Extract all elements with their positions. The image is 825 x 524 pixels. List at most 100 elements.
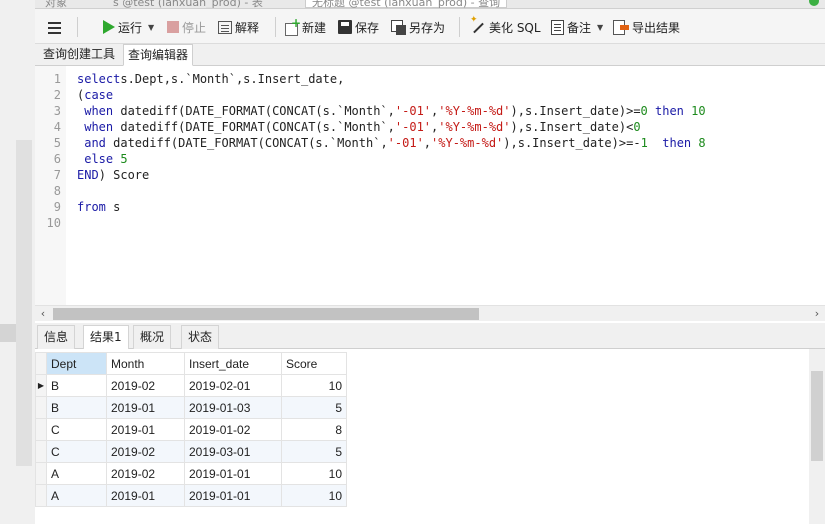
tab-query-builder[interactable]: 查询创建工具 (39, 44, 119, 66)
scroll-right-icon[interactable]: › (809, 306, 825, 322)
tab-info[interactable]: 信息 (37, 325, 76, 349)
column-header-score[interactable]: Score (281, 352, 347, 375)
chevron-down-icon[interactable]: ▼ (148, 23, 154, 32)
code-token: when (77, 120, 114, 134)
save-button[interactable]: 保存 (338, 17, 379, 37)
cell-insert-date[interactable]: 2019-01-01 (184, 462, 282, 485)
cell-dept[interactable]: C (46, 418, 107, 441)
cell-month[interactable]: 2019-02 (106, 462, 185, 485)
run-button[interactable]: 运行 ▼ (103, 17, 154, 37)
new-button[interactable]: 新建 (285, 16, 326, 37)
cell-score[interactable]: 8 (281, 418, 347, 441)
cell-dept[interactable]: C (46, 440, 107, 463)
save-as-button[interactable]: 另存为 (391, 17, 445, 37)
menu-button[interactable] (47, 17, 62, 37)
code-token: s (105, 200, 121, 214)
window-tab-table[interactable]: s @test (lanxuan_prod) - 表 (113, 0, 263, 8)
code-line[interactable]: when datediff(DATE_FORMAT(CONCAT(s.`Mont… (77, 119, 640, 135)
cell-score[interactable]: 10 (281, 484, 347, 507)
export-result-button[interactable]: 导出结果 (613, 17, 680, 37)
toolbar: 运行 ▼ 停止 解释 新建 保存 另存为 美化 SQL (35, 9, 825, 44)
result-table: Dept Month Insert_date Score ▶ B 2019-02 20… (35, 352, 347, 507)
tab-query-editor[interactable]: 查询编辑器 (123, 44, 194, 66)
cell-score[interactable]: 10 (281, 374, 347, 397)
tab-status[interactable]: 状态 (181, 325, 220, 349)
cell-insert-date[interactable]: 2019-01-03 (184, 396, 282, 419)
code-token: ),s.Insert_date)< (510, 120, 634, 134)
line-number: 3 (53, 104, 61, 118)
window-tab-objects[interactable]: 对象 (45, 0, 67, 8)
column-header-dept[interactable]: Dept (46, 352, 107, 375)
beautify-sql-button[interactable]: 美化 SQL (470, 15, 541, 37)
code-line[interactable]: and datediff(DATE_FORMAT(CONCAT(s.`Month… (77, 135, 706, 151)
cell-month[interactable]: 2019-01 (106, 418, 185, 441)
table-row[interactable]: C 2019-01 2019-01-02 8 (35, 418, 347, 441)
table-row[interactable]: C 2019-02 2019-03-01 5 (35, 440, 347, 463)
code-line[interactable]: else 5 (77, 151, 127, 167)
line-number: 8 (53, 184, 61, 198)
editor-horizontal-scrollbar[interactable]: ‹ › (35, 305, 825, 321)
scroll-left-icon[interactable]: ‹ (35, 306, 51, 322)
cell-insert-date[interactable]: 2019-01-01 (184, 484, 282, 507)
row-indicator[interactable] (35, 462, 47, 485)
scrollbar-thumb[interactable] (811, 371, 823, 461)
cell-dept[interactable]: B (46, 396, 107, 419)
result-header-row: Dept Month Insert_date Score (35, 352, 347, 375)
code-line[interactable]: when datediff(DATE_FORMAT(CONCAT(s.`Mont… (77, 103, 706, 119)
code-line[interactable]: (case (77, 87, 113, 103)
code-token: case (84, 88, 114, 102)
cell-insert-date[interactable]: 2019-02-01 (184, 374, 282, 397)
row-indicator[interactable] (35, 440, 47, 463)
stop-button[interactable]: 停止 (167, 17, 206, 37)
left-panel-scroll[interactable] (16, 140, 32, 466)
column-header-insert-date[interactable]: Insert_date (184, 352, 282, 375)
note-button[interactable]: 备注 ▼ (551, 17, 603, 37)
cell-month[interactable]: 2019-02 (106, 440, 185, 463)
cell-score[interactable]: 10 (281, 462, 347, 485)
cell-month[interactable]: 2019-01 (106, 484, 185, 507)
table-row[interactable]: B 2019-01 2019-01-03 5 (35, 396, 347, 419)
cell-month[interactable]: 2019-01 (106, 396, 185, 419)
export-icon (613, 19, 629, 35)
export-label: 导出结果 (632, 20, 681, 35)
explain-label: 解释 (235, 20, 260, 35)
table-row[interactable]: A 2019-02 2019-01-01 10 (35, 462, 347, 485)
cell-score[interactable]: 5 (281, 440, 347, 463)
cell-score[interactable]: 5 (281, 396, 347, 419)
code-token: 10 (683, 104, 706, 118)
code-token: when (77, 104, 114, 118)
line-number: 10 (46, 216, 61, 230)
cell-insert-date[interactable]: 2019-01-02 (184, 418, 282, 441)
line-number: 5 (53, 136, 61, 150)
code-line[interactable]: from s (77, 199, 120, 215)
table-row[interactable]: ▶ B 2019-02 2019-02-01 10 (35, 374, 347, 397)
cell-dept[interactable]: B (46, 374, 107, 397)
column-header-month[interactable]: Month (106, 352, 185, 375)
chevron-down-icon[interactable]: ▼ (597, 23, 603, 32)
code-token: 1 (640, 136, 648, 150)
tab-profile[interactable]: 概况 (133, 325, 172, 349)
explain-button[interactable]: 解释 (218, 17, 259, 37)
scrollbar-thumb[interactable] (53, 308, 479, 320)
row-indicator[interactable] (35, 396, 47, 419)
result-vertical-scrollbar[interactable] (809, 349, 825, 524)
code-token: 8 (691, 136, 706, 150)
sql-editor[interactable]: 1 selects.Dept,s.`Month`,s.Insert_date, 2 (… (35, 66, 825, 305)
cell-month[interactable]: 2019-02 (106, 374, 185, 397)
cell-insert-date[interactable]: 2019-03-01 (184, 440, 282, 463)
cell-dept[interactable]: A (46, 484, 107, 507)
window-tab-query[interactable]: 无标题 @test (lanxuan_prod) - 查询 (305, 0, 508, 8)
row-indicator[interactable] (35, 484, 47, 507)
code-token: datediff(DATE_FORMAT(CONCAT(s.`Month`, (113, 120, 395, 134)
row-indicator[interactable] (35, 418, 47, 441)
row-indicator[interactable]: ▶ (35, 374, 47, 397)
tab-result1[interactable]: 结果1 (83, 325, 129, 350)
code-line[interactable]: selects.Dept,s.`Month`,s.Insert_date, (77, 71, 344, 87)
line-number: 1 (53, 72, 61, 86)
beautify-label: 美化 SQL (489, 20, 541, 35)
left-panel-splitter[interactable] (0, 324, 16, 342)
code-line[interactable]: END) Score (77, 167, 149, 183)
cell-dept[interactable]: A (46, 462, 107, 485)
code-token: , (423, 136, 432, 150)
table-row[interactable]: A 2019-01 2019-01-01 10 (35, 484, 347, 507)
